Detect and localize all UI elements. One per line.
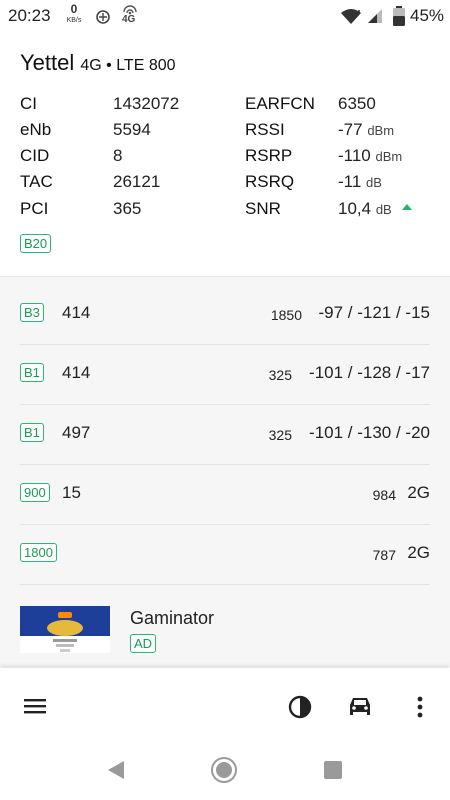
- bottom-toolbar: [0, 668, 450, 744]
- band-badge: B3: [20, 303, 44, 322]
- ad-banner[interactable]: Gaminator AD: [0, 596, 450, 666]
- info-label-earfcn: EARFCN: [245, 94, 315, 113]
- info-label-tac: TAC: [20, 172, 53, 191]
- band-badge: 1800: [20, 543, 57, 562]
- info-value-rssi: -77 dBm: [338, 120, 395, 139]
- system-navigation-bar: [0, 744, 450, 800]
- info-label-rssi: RSSI: [245, 120, 285, 139]
- serving-band-badge: B20: [20, 234, 52, 253]
- car-icon[interactable]: [344, 690, 376, 722]
- hotspot-4g-icon: 4G: [120, 3, 140, 29]
- info-label-rsrq: RSRQ: [245, 172, 295, 191]
- neighbor-channel: 325: [268, 427, 292, 443]
- ad-badge: AD: [130, 634, 157, 653]
- info-label-enb: eNb: [20, 120, 52, 139]
- neighbor-channel: 984: [372, 487, 396, 503]
- network-speed: 0 KB/s: [63, 2, 85, 25]
- ad-image[interactable]: [20, 606, 110, 653]
- snr-trend-up-icon: [402, 204, 412, 210]
- info-value-cid: 8: [113, 146, 123, 165]
- neighbor-channel: 325: [268, 367, 292, 383]
- info-value-ci: 1432072: [113, 94, 180, 113]
- battery-icon: [393, 6, 405, 26]
- carrier-tech: 4G • LTE 800: [80, 57, 176, 74]
- info-value-earfcn: 6350: [338, 94, 376, 113]
- list-item[interactable]: B1 497 325 -101 / -130 / -20: [20, 405, 430, 465]
- neighbor-signal: -97 / -121 / -15: [318, 303, 430, 322]
- neighbor-pci: 414: [62, 363, 91, 382]
- info-value-enb: 5594: [113, 120, 151, 139]
- list-item[interactable]: 900 15 984 2G: [20, 465, 430, 525]
- info-label-cid: CID: [20, 146, 50, 165]
- info-label-pci: PCI: [20, 199, 49, 218]
- info-label-rsrp: RSRP: [245, 146, 293, 165]
- network-speed-value: 0: [70, 2, 78, 16]
- neighbor-channel: 1850: [270, 307, 302, 323]
- neighbor-pci: 15: [62, 483, 81, 502]
- neighbor-signal: 2G: [407, 483, 430, 502]
- info-value-rsrq: -11 dB: [338, 172, 382, 191]
- neighbor-channel: 787: [372, 547, 396, 563]
- neighbor-signal: 2G: [407, 543, 430, 562]
- info-value-pci: 365: [113, 199, 142, 218]
- back-icon[interactable]: [104, 758, 128, 782]
- info-value-snr: 10,4 dB: [338, 199, 392, 218]
- neighbor-pci: 497: [62, 423, 91, 442]
- neighbor-pci: 414: [62, 303, 91, 322]
- menu-icon[interactable]: [20, 690, 52, 722]
- network-speed-unit: KB/s: [66, 17, 82, 24]
- sync-icon: [96, 10, 110, 24]
- divider: [20, 584, 430, 585]
- wifi-icon: [341, 9, 361, 24]
- network-type-badge: 4G: [122, 14, 136, 25]
- info-value-rsrp: -110 dBm: [338, 146, 403, 165]
- carrier-name: Yettel: [20, 50, 75, 75]
- band-badge: 900: [20, 483, 50, 502]
- list-item[interactable]: B1 414 325 -101 / -128 / -17: [20, 345, 430, 405]
- neighbor-signal: -101 / -128 / -17: [309, 363, 430, 382]
- band-badge: B1: [20, 363, 44, 382]
- home-icon[interactable]: [210, 756, 238, 784]
- info-value-tac: 26121: [113, 172, 161, 191]
- more-vert-icon[interactable]: [404, 690, 436, 722]
- list-item[interactable]: 1800 787 2G: [20, 525, 430, 585]
- ad-title[interactable]: Gaminator: [130, 608, 214, 629]
- carrier-title: Yettel 4G • LTE 800: [20, 50, 176, 76]
- band-badge: B1: [20, 423, 44, 442]
- info-label-ci: CI: [20, 94, 37, 113]
- battery-percent: 45%: [410, 6, 445, 25]
- status-time: 20:23: [8, 6, 51, 25]
- cell-signal-icon: [368, 9, 382, 23]
- status-bar: 20:23 0 KB/s 4G 45%: [0, 0, 450, 34]
- info-label-snr: SNR: [245, 199, 281, 218]
- neighbor-signal: -101 / -130 / -20: [309, 423, 430, 442]
- recents-icon[interactable]: [322, 759, 344, 781]
- list-item[interactable]: B3 414 1850 -97 / -121 / -15: [20, 285, 430, 345]
- contrast-icon[interactable]: [284, 690, 316, 722]
